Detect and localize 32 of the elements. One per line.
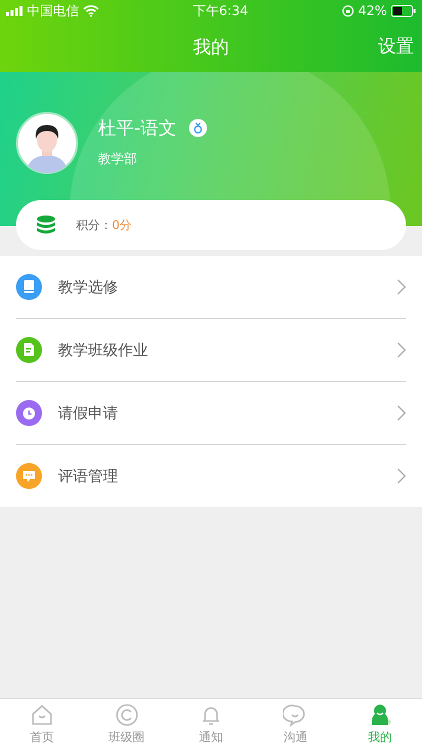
- chevron-icon: [397, 342, 406, 358]
- settings-button[interactable]: 设置: [378, 34, 414, 58]
- page-title: 我的: [193, 36, 229, 59]
- rotation-lock-icon: [342, 5, 354, 17]
- house-icon: [30, 703, 54, 727]
- coin-stack-icon: [36, 215, 56, 235]
- menu-item[interactable]: 教学选修: [16, 256, 406, 318]
- chevron-icon: [397, 279, 406, 295]
- avatar[interactable]: [16, 112, 78, 174]
- chevron-icon: [397, 468, 406, 484]
- carrier-name: 中国电信: [27, 3, 79, 20]
- chevron-icon: [397, 405, 406, 421]
- battery-percent: 42%: [358, 4, 388, 18]
- speech-bubble-icon: [283, 703, 308, 727]
- points-value: 0分: [112, 216, 132, 234]
- department-name: 教学部: [98, 151, 138, 168]
- clock-time: 下午6:34: [192, 3, 248, 20]
- ring-icon: [114, 703, 139, 727]
- signal-icon: [6, 6, 23, 16]
- tab[interactable]: 我的: [338, 699, 422, 750]
- male-gender-icon: [188, 119, 206, 137]
- tab[interactable]: 班级圈: [84, 699, 169, 750]
- user-name: 杜平-语文: [98, 117, 176, 140]
- points-label: 积分：: [76, 216, 112, 234]
- tab[interactable]: 沟通: [253, 699, 338, 750]
- battery-icon: [391, 5, 416, 17]
- wifi-icon: [83, 5, 99, 17]
- tab[interactable]: 通知: [168, 699, 254, 750]
- tab[interactable]: 首页: [0, 699, 84, 750]
- menu-item[interactable]: 请假申请: [16, 381, 406, 444]
- menu-item[interactable]: 教学班级作业: [16, 318, 406, 381]
- menu-item[interactable]: 评语管理: [16, 444, 406, 507]
